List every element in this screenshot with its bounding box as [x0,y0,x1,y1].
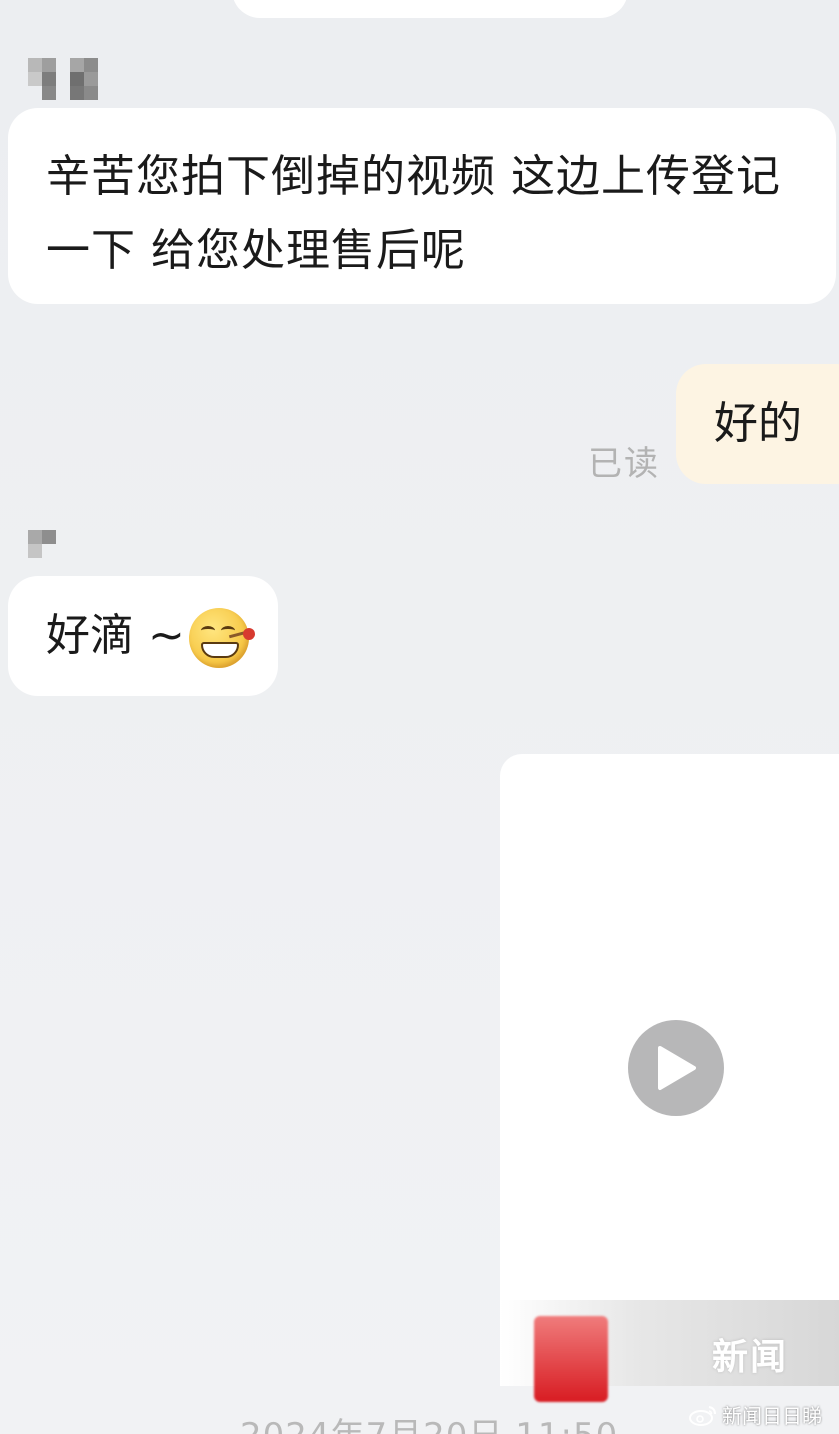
message-timestamp: 2024年7月20日 11:50 [240,1408,618,1434]
blurred-logo-mark [534,1316,608,1402]
play-button[interactable] [628,1020,724,1116]
grinning-face-with-pin-icon [188,608,255,668]
read-status: 已读 [588,444,660,484]
agent-name-blurred [28,58,98,100]
weibo-icon [689,1405,716,1426]
my-message-bubble[interactable]: 好的 [676,364,839,484]
play-icon [658,1046,696,1090]
agent-message-text: 辛苦您拍下倒掉的视频 这边上传登记一下 给您处理售后呢 [46,151,781,276]
watermark: 新闻日日睇 [688,1400,822,1429]
previous-message-bubble[interactable] [232,0,628,18]
agent-message-bubble[interactable]: 好滴 ~ [8,576,278,696]
chat-screen: 辛苦您拍下倒掉的视频 这边上传登记一下 给您处理售后呢 好的 已读 好滴 ~ 新… [0,0,839,1434]
agent-name-blurred [28,530,56,558]
news-logo-text: 新闻 [712,1336,789,1378]
agent-message-text: 好滴 ~ [46,610,185,661]
agent-message-bubble[interactable]: 辛苦您拍下倒掉的视频 这边上传登记一下 给您处理售后呢 [8,108,836,304]
my-message-text: 好的 [714,398,802,449]
watermark-text: 新闻日日睇 [722,1404,822,1428]
